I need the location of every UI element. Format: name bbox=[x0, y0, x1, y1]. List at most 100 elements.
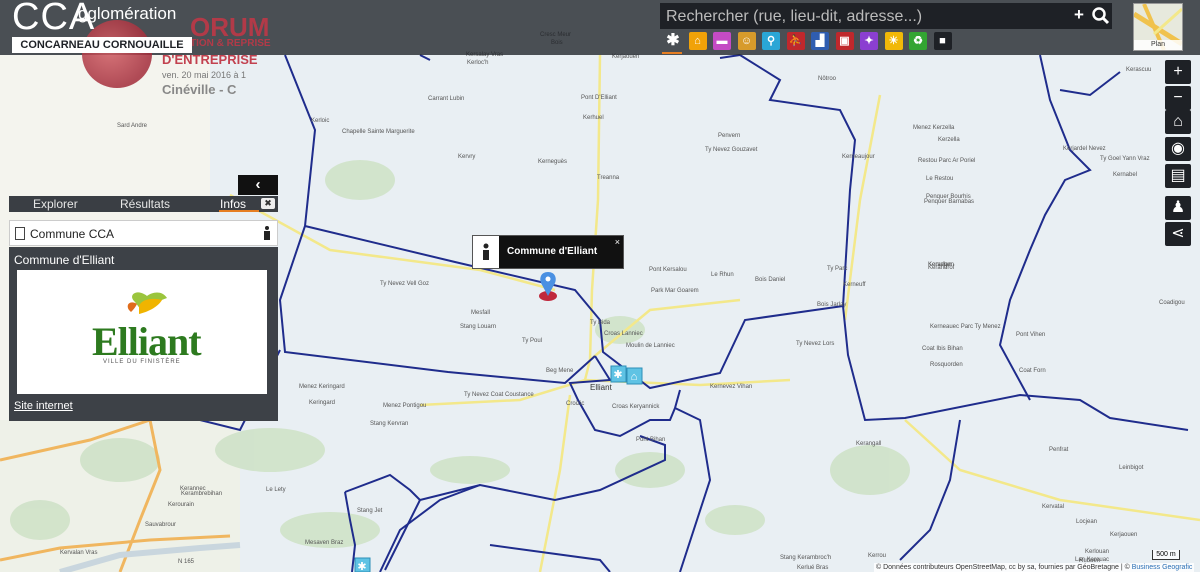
basemap-label: Plan bbox=[1134, 40, 1182, 50]
place-label: Kerrou bbox=[868, 553, 887, 559]
forum-subtitle-2: D'ENTREPRISE bbox=[162, 52, 258, 67]
place-label: Kerneuff bbox=[843, 282, 866, 288]
place-label: Sauvabrour bbox=[145, 522, 177, 528]
place-label: Bois Jarlay bbox=[817, 302, 847, 308]
commune-logo: Elliant VILLE DU FINISTÈRE bbox=[17, 270, 267, 394]
place-label: Croas Keryannick bbox=[612, 404, 660, 410]
person-icon bbox=[264, 226, 270, 240]
place-label: Stang Jet bbox=[357, 508, 383, 514]
share-icon[interactable]: ⋖ bbox=[1165, 222, 1191, 246]
place-label: Croas Lanniec bbox=[604, 331, 643, 337]
place-label: Ty Nevez Gouzavet bbox=[705, 147, 758, 153]
bus-icon[interactable]: ▣ bbox=[835, 32, 854, 50]
document-icon bbox=[15, 227, 25, 240]
attribution-text: © Données contributeurs OpenStreetMap, c… bbox=[876, 564, 1132, 571]
print-icon[interactable]: ▤ bbox=[1165, 164, 1191, 188]
place-label: Chapelle Sainte Marguerite bbox=[342, 129, 415, 135]
place-label: Pont Bihan bbox=[636, 437, 666, 443]
running-icon[interactable]: ⛹ bbox=[786, 32, 805, 50]
scale-bar: 500 m bbox=[1152, 550, 1180, 560]
logo-subtitle: CONCARNEAU CORNOUAILLE bbox=[12, 37, 192, 53]
search-icon[interactable] bbox=[1092, 7, 1110, 25]
chart-icon[interactable]: ▟ bbox=[811, 32, 829, 50]
place-label: Kervalan Vras bbox=[60, 550, 98, 556]
tab-resultats[interactable]: Résultats bbox=[120, 196, 170, 212]
hiker-icon[interactable]: ✦ bbox=[860, 32, 878, 50]
place-label: Pont D'Elliant bbox=[581, 95, 617, 101]
place-label: N 165 bbox=[178, 559, 195, 565]
attribution-link[interactable]: Business Geografic bbox=[1132, 564, 1193, 571]
house-icon[interactable]: ⌂ bbox=[688, 32, 707, 50]
site-internet-link[interactable]: Site internet bbox=[14, 400, 73, 412]
asterisk-icon[interactable]: ✱ bbox=[664, 32, 682, 50]
recycle-icon[interactable]: ♻ bbox=[909, 32, 927, 50]
search-input[interactable] bbox=[664, 5, 1068, 29]
family-icon[interactable]: ⚲ bbox=[762, 32, 780, 50]
info-panel-body: Commune d'Elliant Elliant VILLE DU FINIS… bbox=[9, 247, 278, 421]
place-label: Kerascuu bbox=[1126, 67, 1152, 73]
home-icon[interactable]: ⌂ bbox=[1165, 110, 1191, 134]
basemap-switcher[interactable]: Plan bbox=[1133, 3, 1183, 51]
svg-text:✱: ✱ bbox=[613, 369, 622, 381]
collapse-panel-button[interactable]: ‹ bbox=[238, 175, 278, 195]
close-icon[interactable]: × bbox=[615, 237, 620, 247]
place-label: Croizic bbox=[566, 401, 585, 407]
place-label: Penvern bbox=[718, 133, 741, 139]
streetview-icon[interactable]: ♟ bbox=[1165, 196, 1191, 220]
place-label: Kerloc'h bbox=[467, 60, 489, 66]
tab-explorer[interactable]: Explorer bbox=[33, 196, 78, 212]
camera-icon[interactable]: ■ bbox=[933, 32, 952, 50]
popup-title: Commune d'Elliant bbox=[507, 246, 598, 257]
advanced-search-button[interactable]: + bbox=[1074, 5, 1084, 25]
panel-tabs: Explorer Résultats Infos ✖ bbox=[9, 196, 278, 212]
place-label: Mesaven Braz bbox=[305, 540, 344, 546]
zoom-out-icon[interactable]: − bbox=[1165, 86, 1191, 110]
theater-masks-icon[interactable]: ☺ bbox=[737, 32, 756, 50]
place-label: Kerlouan bbox=[1085, 549, 1110, 555]
place-label: Stang Kerambroc'h bbox=[780, 555, 832, 561]
place-label: Kerourain bbox=[168, 502, 195, 508]
place-label: Kerangall bbox=[856, 441, 882, 447]
place-label: Stang Kervran bbox=[370, 421, 409, 427]
sun-icon[interactable]: ☀ bbox=[884, 32, 903, 50]
place-label: Ty Nevez Coat Coustance bbox=[464, 392, 534, 398]
place-label: Coat Forn bbox=[1019, 368, 1046, 374]
poi-cluster-south[interactable]: ✱ bbox=[354, 557, 371, 572]
svg-text:✱: ✱ bbox=[357, 561, 366, 572]
place-label: Menez Keringard bbox=[299, 384, 345, 390]
place-label: Restou Parc Ar Poriel bbox=[918, 158, 976, 164]
locate-icon[interactable]: ◉ bbox=[1165, 137, 1191, 161]
place-label: Rosquorden bbox=[930, 362, 963, 368]
place-label: Menez Pontigou bbox=[383, 403, 427, 409]
zoom-in-icon[interactable]: + bbox=[1165, 60, 1191, 84]
logo-wordmark: Elliant bbox=[92, 319, 202, 364]
place-label: Coadigou bbox=[1159, 300, 1185, 306]
active-tab-indicator bbox=[219, 210, 259, 212]
cca-logo[interactable]: CCA gglomération CONCARNEAU CORNOUAILLE bbox=[12, 0, 192, 54]
clear-icon[interactable]: ✖ bbox=[261, 198, 275, 209]
category-filter-bar: ✱ ⌂ ▬ ☺ ⚲ ⛹ ▟ ▣ ✦ ☀ ♻ ■ bbox=[660, 30, 960, 54]
place-label: Kerneguès bbox=[538, 159, 568, 165]
place-label: Kernevez Vihan bbox=[710, 384, 753, 390]
place-label: Sard Andre bbox=[117, 123, 148, 129]
info-panel-header: Commune CCA bbox=[9, 220, 278, 246]
search-bar: + bbox=[660, 3, 1112, 29]
place-label: Leinbigot bbox=[1119, 465, 1144, 471]
place-label: Kervry bbox=[458, 154, 476, 160]
mortarboard-icon[interactable]: ▬ bbox=[713, 32, 731, 50]
place-label: Coat Ibis Bihan bbox=[922, 346, 963, 352]
place-label: Kerjaouen bbox=[1110, 532, 1138, 538]
map-popup: Commune d'Elliant × bbox=[472, 235, 624, 269]
svg-text:⌂: ⌂ bbox=[631, 371, 638, 383]
place-label: Ty Nevez Lors bbox=[796, 341, 835, 347]
place-label: Beg Mene bbox=[546, 368, 574, 374]
place-label: Penfrat bbox=[1049, 447, 1069, 453]
place-label: Moulin de Lanniec bbox=[626, 343, 675, 349]
place-label: Kerhuel bbox=[583, 115, 604, 121]
forum-date: ven. 20 mai 2016 à 1 bbox=[162, 70, 247, 80]
place-label: Treanna bbox=[597, 175, 620, 181]
place-label: Ty Parc bbox=[827, 266, 848, 272]
commune-name: Commune d'Elliant bbox=[14, 253, 115, 267]
poi-cluster-elliant[interactable]: ✱ ⌂ bbox=[610, 365, 643, 385]
place-label: Kervatal bbox=[1042, 504, 1065, 510]
